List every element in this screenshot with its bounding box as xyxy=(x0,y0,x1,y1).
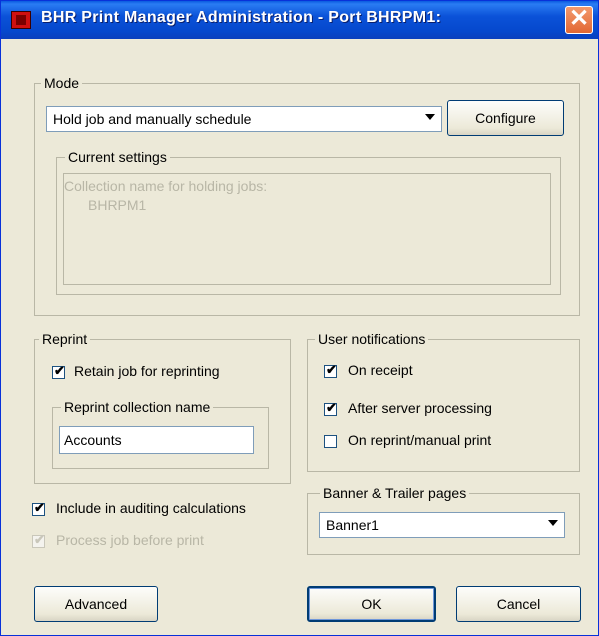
reprint-collection-input[interactable]: Accounts xyxy=(59,426,254,454)
chevron-down-icon[interactable] xyxy=(548,520,558,526)
reprint-collection-label: Reprint collection name xyxy=(61,399,214,415)
banner-select-value: Banner1 xyxy=(326,517,379,533)
window-title: BHR Print Manager Administration - Port … xyxy=(41,9,442,26)
mode-select-value: Hold job and manually schedule xyxy=(53,111,252,127)
auditing-label[interactable]: Include in auditing calculations xyxy=(56,500,246,516)
on-reprint-manual-print-label[interactable]: On reprint/manual print xyxy=(348,432,491,448)
checkmark-icon: ✔ xyxy=(34,532,45,547)
retain-job-checkbox[interactable]: ✔ xyxy=(52,363,65,379)
ok-button-label: OK xyxy=(361,596,382,612)
user-notifications-label: User notifications xyxy=(315,331,429,347)
process-job-checkbox: ✔ xyxy=(32,532,45,548)
dialog-window: BHR Print Manager Administration - Port … xyxy=(0,0,599,636)
reprint-group-label: Reprint xyxy=(39,331,91,347)
after-server-processing-label[interactable]: After server processing xyxy=(348,400,492,416)
advanced-button[interactable]: Advanced xyxy=(34,586,158,622)
on-receipt-checkbox[interactable]: ✔ xyxy=(324,362,337,378)
chevron-down-icon[interactable] xyxy=(425,114,435,120)
ok-button[interactable]: OK xyxy=(307,586,436,622)
cancel-button-label: Cancel xyxy=(496,596,541,612)
current-settings-label: Current settings xyxy=(65,149,170,165)
mode-group-label: Mode xyxy=(41,75,83,91)
close-icon: ✕ xyxy=(568,5,590,32)
advanced-button-label: Advanced xyxy=(64,596,128,612)
current-settings-box: Collection name for holding jobs: BHRPM1 xyxy=(63,173,551,285)
configure-button[interactable]: Configure xyxy=(447,100,564,136)
process-job-label: Process job before print xyxy=(56,532,204,548)
reprint-collection-value: Accounts xyxy=(64,432,122,448)
cancel-button[interactable]: Cancel xyxy=(456,586,581,622)
banner-select[interactable]: Banner1 xyxy=(319,512,565,538)
after-server-processing-checkbox[interactable]: ✔ xyxy=(324,400,337,416)
checkmark-icon: ✔ xyxy=(326,400,337,415)
close-button[interactable]: ✕ xyxy=(565,6,593,34)
on-receipt-label[interactable]: On receipt xyxy=(348,362,413,378)
checkmark-icon: ✔ xyxy=(326,362,337,377)
banner-trailer-label: Banner & Trailer pages xyxy=(320,485,470,501)
settings-line-2: BHRPM1 xyxy=(88,197,147,213)
configure-button-label: Configure xyxy=(475,110,536,126)
title-bar[interactable]: BHR Print Manager Administration - Port … xyxy=(1,1,598,39)
app-icon xyxy=(11,11,31,29)
mode-select[interactable]: Hold job and manually schedule xyxy=(46,106,442,132)
on-reprint-manual-print-checkbox[interactable] xyxy=(324,435,337,448)
auditing-checkbox[interactable]: ✔ xyxy=(32,500,45,516)
checkmark-icon: ✔ xyxy=(54,363,65,378)
settings-line-1: Collection name for holding jobs: xyxy=(64,178,268,194)
checkmark-icon: ✔ xyxy=(34,500,45,515)
retain-job-label[interactable]: Retain job for reprinting xyxy=(74,363,220,379)
